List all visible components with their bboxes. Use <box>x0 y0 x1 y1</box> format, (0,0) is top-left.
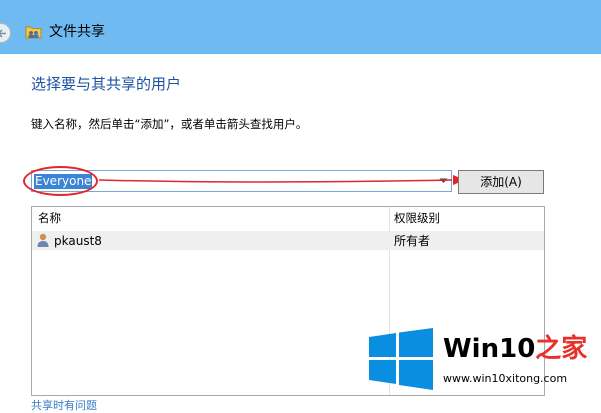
column-header-permission[interactable]: 权限级别 <box>394 210 440 226</box>
user-name-value[interactable]: Everyone <box>34 174 93 189</box>
watermark-title-part2: 之家 <box>535 334 588 364</box>
add-button[interactable]: 添加(A) <box>458 170 544 194</box>
windows-logo-icon <box>369 328 433 390</box>
file-share-icon <box>25 26 42 39</box>
watermark-title-part1: Win10 <box>443 334 536 364</box>
instruction-text: 键入名称，然后单击“添加”，或者单击箭头查找用户。 <box>31 117 308 131</box>
user-name-cell: pkaust8 <box>54 234 102 248</box>
column-header-name[interactable]: 名称 <box>38 210 61 226</box>
chevron-down-icon[interactable] <box>439 178 448 184</box>
permission-cell: 所有者 <box>394 234 431 248</box>
back-arrow-icon <box>0 29 6 38</box>
table-header: 名称 权限级别 <box>32 207 544 229</box>
page-heading: 选择要与其共享的用户 <box>31 75 182 93</box>
user-name-combobox[interactable]: Everyone <box>31 170 452 192</box>
title-bar: 文件共享 <box>0 0 601 54</box>
back-button[interactable] <box>0 23 11 43</box>
table-row[interactable]: pkaust8 所有者 <box>32 231 544 250</box>
sharing-help-link[interactable]: 共享时有问题 <box>31 399 97 413</box>
user-icon <box>37 233 49 247</box>
watermark: Win10之家 www.win10xitong.com <box>369 328 595 396</box>
watermark-url: www.win10xitong.com <box>443 372 568 385</box>
watermark-title: Win10之家 <box>443 332 587 366</box>
window-title: 文件共享 <box>49 24 105 40</box>
